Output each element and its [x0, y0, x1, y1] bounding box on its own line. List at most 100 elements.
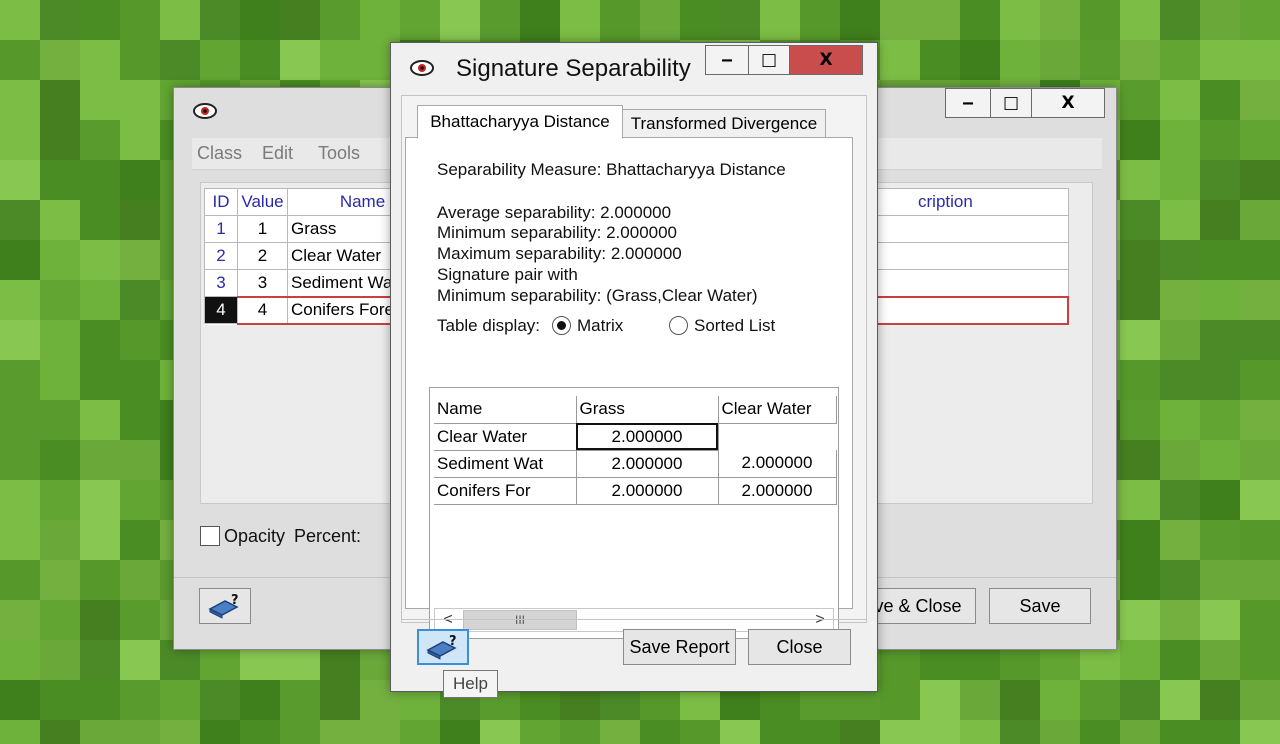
background-tile — [1240, 480, 1280, 520]
scroll-right-arrow-icon[interactable]: > — [807, 609, 833, 631]
background-tile — [0, 480, 40, 520]
background-tile — [1160, 520, 1200, 560]
background-tile — [40, 360, 80, 400]
row-name[interactable]: Clear Water — [434, 423, 577, 451]
maximum-separability-text: Maximum separability: 2.000000 — [437, 244, 682, 263]
background-tile — [200, 680, 240, 720]
background-tile — [1240, 600, 1280, 640]
matrix-row[interactable]: Clear Water 2.000000 — [434, 423, 836, 451]
background-tile — [1120, 0, 1160, 40]
background-tile — [80, 440, 120, 480]
close-button[interactable]: X — [1031, 88, 1105, 118]
column-header-clear-water[interactable]: Clear Water — [718, 396, 837, 424]
background-tile — [0, 560, 40, 600]
background-tile — [120, 440, 160, 480]
signature-pair-text: Signature pair with — [437, 265, 578, 284]
background-tile — [120, 120, 160, 160]
save-label: Save — [1019, 595, 1061, 616]
background-tile — [1120, 160, 1160, 200]
save-report-button[interactable]: Save Report — [623, 629, 736, 665]
close-dialog-button[interactable]: Close — [748, 629, 851, 665]
background-tile — [80, 720, 120, 744]
background-tile — [1160, 240, 1200, 280]
minimize-button[interactable]: ‒ — [705, 45, 749, 75]
background-tile — [1240, 0, 1280, 40]
row-id[interactable]: 4 — [204, 296, 238, 324]
background-tile — [0, 720, 40, 744]
maximize-button[interactable]: □ — [748, 45, 790, 75]
background-tile — [80, 520, 120, 560]
background-tile — [120, 0, 160, 40]
menu-class[interactable]: Class — [197, 143, 242, 164]
background-tile — [800, 720, 840, 744]
maximize-icon: □ — [760, 50, 778, 70]
cell-grass[interactable]: 2.000000 — [576, 477, 719, 505]
background-tile — [1200, 280, 1240, 320]
background-tile — [280, 40, 320, 80]
row-id[interactable]: 1 — [204, 215, 238, 243]
column-header-value[interactable]: Value — [237, 188, 288, 216]
background-tile — [80, 200, 120, 240]
row-value[interactable]: 4 — [237, 295, 288, 325]
column-header-name[interactable]: Name — [434, 396, 577, 424]
close-icon: X — [819, 50, 833, 70]
help-button[interactable]: ? — [417, 629, 469, 665]
sorted-list-radio[interactable] — [669, 316, 688, 335]
background-tile — [1120, 440, 1160, 480]
cell-clear-water[interactable] — [718, 423, 836, 450]
row-value[interactable]: 2 — [237, 242, 288, 270]
background-tile — [1040, 720, 1080, 744]
row-name[interactable]: Conifers For — [434, 477, 577, 505]
matrix-row[interactable]: Sediment Wat 2.000000 2.000000 — [434, 450, 837, 478]
background-tile — [0, 120, 40, 160]
row-id[interactable]: 2 — [204, 242, 238, 270]
sorted-list-radio-label[interactable]: Sorted List — [694, 316, 775, 336]
cell-grass[interactable]: 2.000000 — [576, 450, 719, 478]
background-tile — [0, 400, 40, 440]
column-header-grass[interactable]: Grass — [576, 396, 719, 424]
background-tile — [640, 0, 680, 40]
background-tile — [200, 0, 240, 40]
cell-grass[interactable]: 2.000000 — [576, 423, 719, 451]
scroll-thumb[interactable]: III — [463, 610, 577, 630]
background-tile — [400, 720, 440, 744]
column-header-id[interactable]: ID — [204, 188, 238, 216]
background-tile — [280, 680, 320, 720]
scroll-left-arrow-icon[interactable]: < — [435, 609, 461, 631]
row-name[interactable]: Sediment Wat — [434, 450, 577, 478]
row-value[interactable]: 1 — [237, 215, 288, 243]
table-display-label: Table display: — [437, 316, 541, 335]
matrix-table: Name Grass Clear Water Clear Water 2.000… — [434, 396, 837, 505]
opacity-checkbox[interactable] — [200, 526, 220, 546]
save-button[interactable]: Save — [989, 588, 1091, 624]
background-tile — [1200, 600, 1240, 640]
background-tile — [520, 0, 560, 40]
row-id[interactable]: 3 — [204, 269, 238, 297]
matrix-row[interactable]: Conifers For 2.000000 2.000000 — [434, 477, 837, 505]
help-button[interactable]: ? — [199, 588, 251, 624]
background-tile — [1160, 640, 1200, 680]
menu-tools[interactable]: Tools — [318, 143, 360, 164]
background-tile — [200, 40, 240, 80]
row-value[interactable]: 3 — [237, 269, 288, 297]
background-tile — [40, 200, 80, 240]
close-button[interactable]: X — [789, 45, 863, 75]
tab-transformed-divergence[interactable]: Transformed Divergence — [622, 109, 826, 139]
background-tile — [80, 0, 120, 40]
background-tile — [120, 640, 160, 680]
separability-matrix-grid[interactable]: Name Grass Clear Water Clear Water 2.000… — [429, 387, 839, 639]
matrix-radio-label[interactable]: Matrix — [577, 316, 623, 336]
cell-clear-water[interactable]: 2.000000 — [718, 477, 837, 505]
tab-bhattacharyya-distance[interactable]: Bhattacharyya Distance — [417, 105, 623, 139]
minimize-button[interactable]: ‒ — [945, 88, 991, 118]
background-tile — [0, 440, 40, 480]
background-tile — [240, 720, 280, 744]
maximize-button[interactable]: □ — [990, 88, 1032, 118]
background-tile — [760, 720, 800, 744]
matrix-radio[interactable] — [552, 316, 571, 335]
background-tile — [920, 680, 960, 720]
cell-clear-water[interactable]: 2.000000 — [718, 450, 837, 478]
menu-edit[interactable]: Edit — [262, 143, 293, 164]
background-tile — [1200, 320, 1240, 360]
background-tile — [1120, 560, 1160, 600]
